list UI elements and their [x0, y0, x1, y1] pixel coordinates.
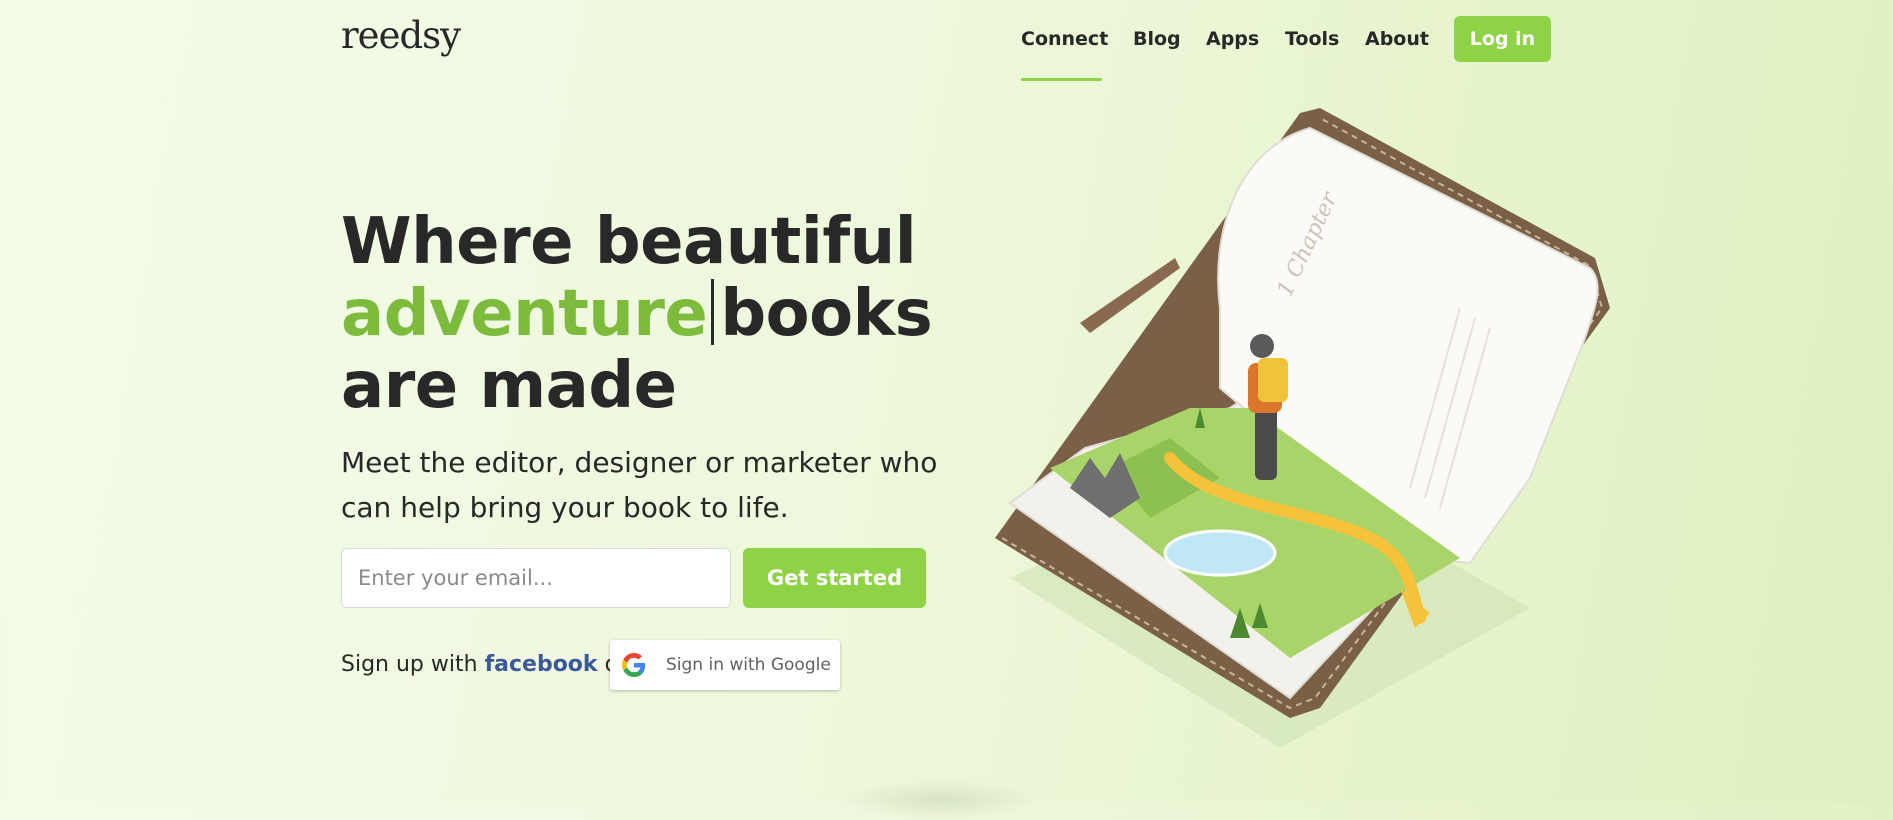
nav-tools[interactable]: Tools	[1285, 28, 1339, 50]
page: reedsy Connect Blog Apps Tools About Log…	[0, 0, 1893, 820]
headline-line-1: Where beautiful	[341, 205, 917, 279]
email-input[interactable]	[341, 548, 731, 608]
nav-about[interactable]: About	[1365, 28, 1429, 50]
headline-line-3: are made	[341, 349, 677, 423]
google-signin-label: Sign in with Google	[666, 655, 831, 675]
lake	[1163, 529, 1277, 577]
google-icon	[622, 653, 646, 677]
facebook-signup-link[interactable]: facebook	[485, 652, 598, 677]
nav-active-indicator	[1021, 78, 1102, 81]
open-book-illustration: 1 Chapter	[995, 108, 1610, 748]
reedsy-logo[interactable]: reedsy	[341, 14, 461, 57]
google-signin-button[interactable]: Sign in with Google	[610, 640, 840, 690]
headline-accent-word: adventure	[341, 277, 708, 351]
hero-headline: Where beautiful adventure books are made	[341, 205, 933, 423]
headline-books-word: books	[720, 277, 933, 351]
hero-subhead: Meet the editor, designer or marketer wh…	[341, 446, 938, 524]
signup-prefix: Sign up with	[341, 652, 478, 677]
get-started-button[interactable]: Get started	[743, 548, 926, 608]
nav-apps[interactable]: Apps	[1206, 28, 1259, 50]
bottom-shadow	[840, 780, 1040, 820]
social-signup-row: Sign up with facebook or	[341, 652, 627, 677]
nav-connect[interactable]: Connect	[1021, 28, 1108, 50]
login-button[interactable]: Log in	[1454, 16, 1551, 62]
nav-blog[interactable]: Blog	[1133, 28, 1181, 50]
typing-caret	[711, 279, 715, 345]
headline-line-2: adventure books	[341, 277, 933, 351]
